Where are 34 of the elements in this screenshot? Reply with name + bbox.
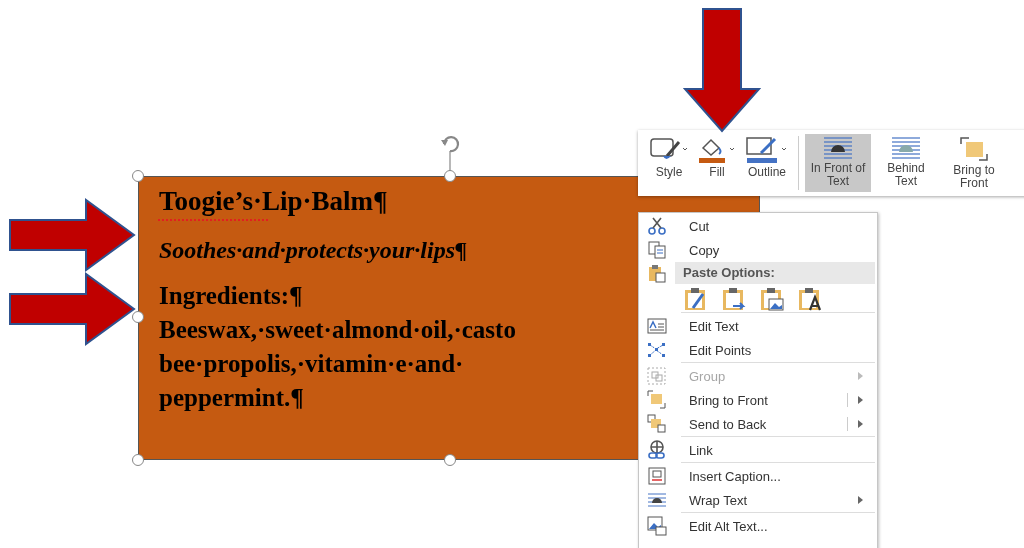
copy-icon: [647, 240, 667, 260]
text-box-subtitle: Soothes·and·protects·your·lips¶: [159, 236, 468, 265]
outline-pen-icon: [745, 136, 789, 164]
resize-handle[interactable]: [132, 311, 144, 323]
ingredients-line: Ingredients:¶: [159, 281, 303, 311]
bring-to-front-icon: [959, 136, 989, 162]
text-box-title: Toogie’s·Lip·Balm¶: [159, 187, 388, 215]
front-of-text-icon: [823, 136, 853, 160]
bring-to-front-icon: [647, 390, 667, 410]
menu-item[interactable]: Wrap Text: [641, 488, 875, 512]
image-icon: [647, 516, 667, 536]
paste-options-header: Paste Options:: [675, 262, 875, 284]
clipboard-icon: [647, 263, 667, 283]
toolbar-button[interactable]: Bring to Front: [941, 134, 1007, 192]
fill-bucket-icon: [697, 136, 737, 164]
ingredients-line: bee·propolis,·vitamin·e·and·: [159, 349, 464, 379]
edit-points-icon: [647, 340, 667, 360]
scissors-icon: [647, 216, 667, 236]
behind-text-icon: [891, 136, 921, 160]
menu-item[interactable]: Edit Alt Text...: [641, 514, 875, 538]
resize-handle[interactable]: [132, 170, 144, 182]
wrap-text-icon: [647, 490, 667, 510]
send-to-back-icon: [647, 414, 667, 434]
toolbar-button[interactable]: In Front of Text: [805, 134, 871, 192]
resize-handle[interactable]: [132, 454, 144, 466]
menu-item[interactable]: Insert Caption...: [641, 464, 875, 488]
globe-link-icon: [647, 440, 667, 460]
ingredients-line: peppermint.¶: [159, 383, 304, 413]
caption-icon: [647, 466, 667, 486]
group-icon: [647, 366, 667, 386]
ingredients-line: Beeswax,·sweet·almond·oil,·casto: [159, 315, 516, 345]
text-box-icon: [647, 316, 667, 336]
toolbar-button[interactable]: Behind Text: [873, 134, 939, 192]
resize-handle[interactable]: [444, 170, 456, 182]
